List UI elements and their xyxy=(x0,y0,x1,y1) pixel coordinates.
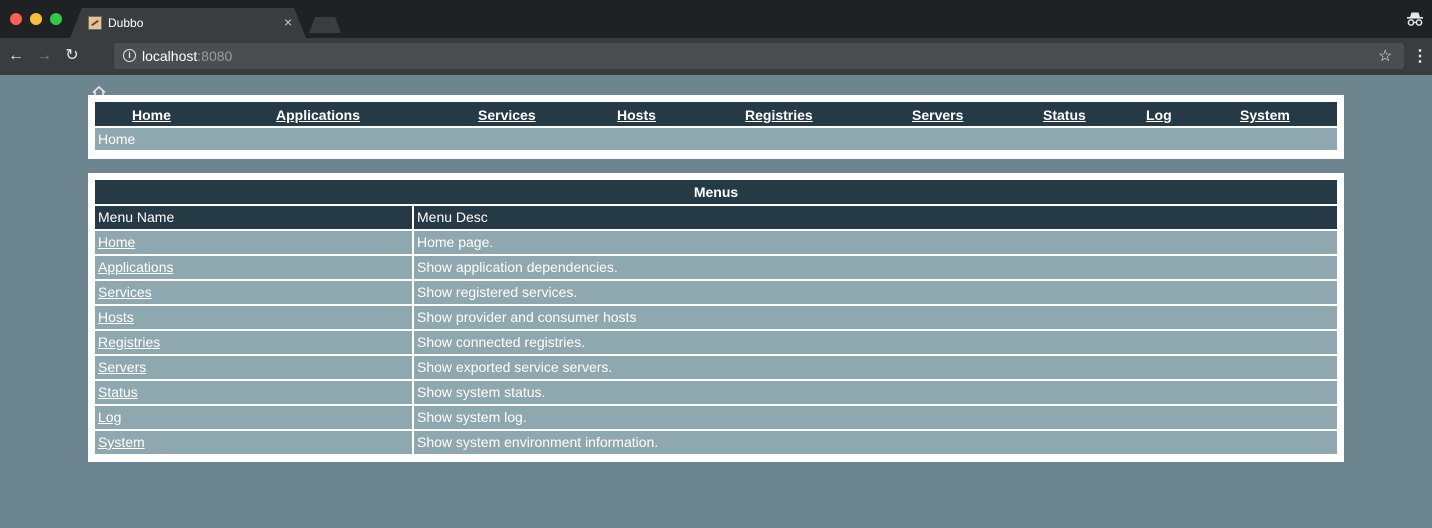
nav-link-system[interactable]: System xyxy=(1240,104,1290,126)
forward-arrow-icon[interactable]: → xyxy=(34,46,54,66)
url-port: :8080 xyxy=(197,48,233,64)
nav-link-services[interactable]: Services xyxy=(478,104,536,126)
bookmark-star-icon[interactable]: ☆ xyxy=(1378,46,1392,66)
nav-link-registries[interactable]: Registries xyxy=(745,104,813,126)
menu-link-services[interactable]: Services xyxy=(98,284,152,300)
table-header-row: Menu Name Menu Desc xyxy=(95,206,1337,229)
menu-link-applications[interactable]: Applications xyxy=(98,259,174,275)
column-header-menu-desc: Menu Desc xyxy=(414,206,1337,229)
browser-tab[interactable]: Dubbo × xyxy=(70,8,306,38)
incognito-icon xyxy=(1407,12,1423,26)
url-text: localhost:8080 xyxy=(142,48,232,64)
nav-link-servers[interactable]: Servers xyxy=(912,104,963,126)
menu-desc-cell: Show system status. xyxy=(414,381,1337,404)
menu-desc-cell: Show connected registries. xyxy=(414,331,1337,354)
menu-link-registries[interactable]: Registries xyxy=(98,334,160,350)
menus-panel: Menus Menu Name Menu Desc Home Home page.… xyxy=(88,173,1344,462)
breadcrumb: Home xyxy=(95,128,1337,150)
menu-name-cell: Services xyxy=(95,281,412,304)
favicon-icon xyxy=(88,16,102,30)
table-row: Services Show registered services. xyxy=(95,281,1337,304)
table-row: Applications Show application dependencie… xyxy=(95,256,1337,279)
menu-name-cell: Registries xyxy=(95,331,412,354)
browser-menu-icon[interactable]: ⋮ xyxy=(1412,46,1428,66)
address-bar[interactable]: i localhost:8080 xyxy=(114,43,1404,69)
menu-desc-cell: Show system log. xyxy=(414,406,1337,429)
menu-link-hosts[interactable]: Hosts xyxy=(98,309,134,325)
menu-link-system[interactable]: System xyxy=(98,434,145,450)
nav-link-home[interactable]: Home xyxy=(132,104,171,126)
url-host: localhost xyxy=(142,48,198,64)
menu-table-body: Home Home page. Applications Show applicati… xyxy=(95,231,1337,454)
nav-link-log[interactable]: Log xyxy=(1146,104,1172,126)
menu-desc-cell: Show registered services. xyxy=(414,281,1337,304)
menu-link-servers[interactable]: Servers xyxy=(98,359,146,375)
menu-name-cell: System xyxy=(95,431,412,454)
table-row: Status Show system status. xyxy=(95,381,1337,404)
table-row: Home Home page. xyxy=(95,231,1337,254)
menu-desc-cell: Home page. xyxy=(414,231,1337,254)
menu-desc-cell: Show system environment information. xyxy=(414,431,1337,454)
site-info-icon[interactable]: i xyxy=(123,49,136,62)
reload-icon[interactable]: ↻ xyxy=(62,46,82,66)
tab-title: Dubbo xyxy=(108,16,144,30)
menu-desc-cell: Show application dependencies. xyxy=(414,256,1337,279)
menu-desc-cell: Show exported service servers. xyxy=(414,356,1337,379)
menu-name-cell: Home xyxy=(95,231,412,254)
menu-name-cell: Applications xyxy=(95,256,412,279)
browser-titlebar: Dubbo × xyxy=(0,0,1432,38)
menu-link-status[interactable]: Status xyxy=(98,384,138,400)
tab-close-icon[interactable]: × xyxy=(284,14,292,30)
table-row: Hosts Show provider and consumer hosts xyxy=(95,306,1337,329)
nav-link-applications[interactable]: Applications xyxy=(276,104,360,126)
table-row: System Show system environment informatio… xyxy=(95,431,1337,454)
nav-link-status[interactable]: Status xyxy=(1043,104,1086,126)
menu-name-cell: Servers xyxy=(95,356,412,379)
minimize-window-button[interactable] xyxy=(30,13,42,25)
menu-name-cell: Log xyxy=(95,406,412,429)
back-arrow-icon[interactable]: ← xyxy=(6,46,26,66)
menu-link-log[interactable]: Log xyxy=(98,409,121,425)
menu-name-cell: Hosts xyxy=(95,306,412,329)
new-tab-button[interactable] xyxy=(309,17,341,33)
table-row: Registries Show connected registries. xyxy=(95,331,1337,354)
column-header-menu-name: Menu Name xyxy=(95,206,412,229)
maximize-window-button[interactable] xyxy=(50,13,62,25)
table-row: Log Show system log. xyxy=(95,406,1337,429)
close-window-button[interactable] xyxy=(10,13,22,25)
menu-desc-cell: Show provider and consumer hosts xyxy=(414,306,1337,329)
menu-link-home[interactable]: Home xyxy=(98,234,135,250)
menus-title: Menus xyxy=(95,180,1337,204)
table-row: Servers Show exported service servers. xyxy=(95,356,1337,379)
menu-name-cell: Status xyxy=(95,381,412,404)
nav-link-hosts[interactable]: Hosts xyxy=(617,104,656,126)
